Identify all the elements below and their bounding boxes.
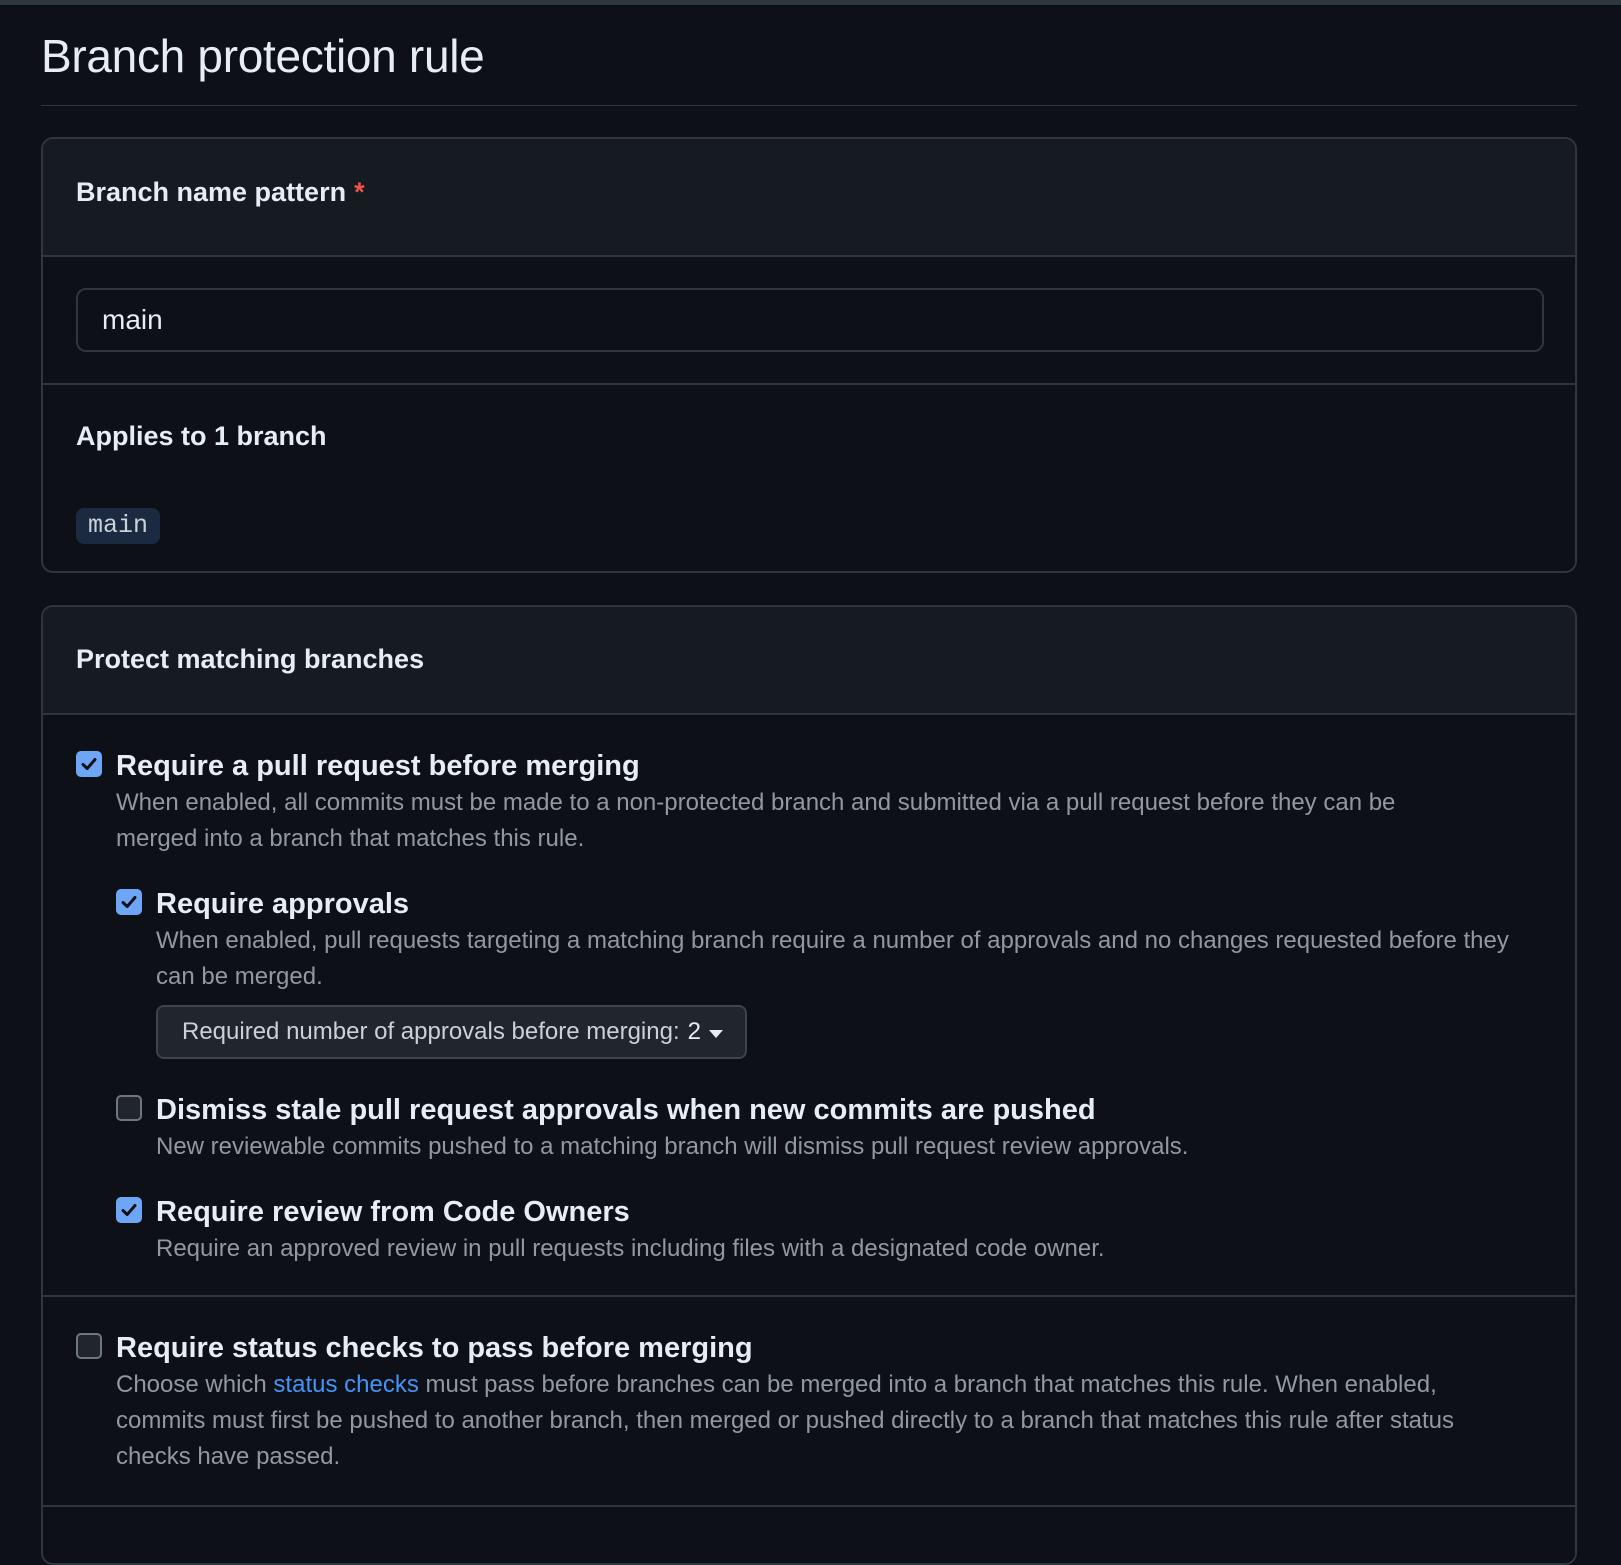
branch-chip: main bbox=[76, 508, 161, 544]
require-approvals-desc: When enabled, pull requests targeting a … bbox=[156, 927, 1509, 990]
dismiss-stale-option: Dismiss stale pull request approvals whe… bbox=[116, 1093, 1542, 1165]
page-container: Branch protection rule Branch name patte… bbox=[41, 0, 1577, 1565]
dismiss-stale-desc: New reviewable commits pushed to a match… bbox=[156, 1133, 1189, 1160]
status-checks-option: Require status checks to pass before mer… bbox=[76, 1331, 1542, 1475]
triangle-down-icon bbox=[708, 1029, 723, 1038]
status-checks-checkbox[interactable] bbox=[76, 1333, 102, 1359]
approvals-dropdown-label: Required number of approvals before merg… bbox=[182, 1018, 680, 1045]
status-checks-desc: Choose which status checks must pass bef… bbox=[116, 1367, 1511, 1475]
require-pr-desc: When enabled, all commits must be made t… bbox=[116, 789, 1396, 852]
branch-pattern-input-wrap bbox=[43, 257, 1575, 385]
check-icon bbox=[121, 896, 137, 908]
require-pr-label: Require a pull request before merging bbox=[116, 750, 640, 782]
applies-title: Applies to 1 branch bbox=[76, 421, 327, 451]
code-owners-desc: Require an approved review in pull reque… bbox=[156, 1235, 1105, 1262]
require-approvals-option: Require approvals When enabled, pull req… bbox=[116, 887, 1542, 1059]
status-checks-label: Require status checks to pass before mer… bbox=[116, 1332, 753, 1364]
status-checks-section: Require status checks to pass before mer… bbox=[43, 1297, 1575, 1507]
status-checks-link[interactable]: status checks bbox=[273, 1371, 418, 1398]
branch-pattern-box: Branch name pattern* Applies to 1 branch… bbox=[41, 137, 1577, 573]
status-checks-desc-start: Choose which bbox=[116, 1371, 274, 1398]
branch-pattern-header: Branch name pattern * bbox=[43, 139, 1575, 257]
required-indicator: * bbox=[354, 177, 365, 207]
page-title: Branch protection rule bbox=[41, 0, 1577, 106]
dismiss-stale-checkbox[interactable] bbox=[116, 1095, 142, 1121]
pr-options-section: Require a pull request before merging Wh… bbox=[43, 715, 1575, 1297]
branch-pattern-label: Branch name pattern bbox=[76, 177, 347, 207]
check-icon bbox=[81, 758, 97, 770]
require-pr-checkbox[interactable] bbox=[76, 751, 102, 777]
require-pr-option: Require a pull request before merging Wh… bbox=[76, 749, 1542, 1267]
code-owners-checkbox[interactable] bbox=[116, 1197, 142, 1223]
branch-pattern-input[interactable] bbox=[76, 288, 1544, 352]
dismiss-stale-label: Dismiss stale pull request approvals whe… bbox=[156, 1094, 1096, 1126]
code-owners-option: Require review from Code Owners Require … bbox=[116, 1195, 1542, 1267]
approvals-dropdown-value: 2 bbox=[687, 1018, 701, 1045]
applies-section: Applies to 1 branch main bbox=[43, 385, 1575, 571]
require-approvals-label: Require approvals bbox=[156, 888, 410, 920]
protect-branches-box: Protect matching branches Require a pull… bbox=[41, 605, 1577, 1565]
check-icon bbox=[121, 1204, 137, 1216]
require-approvals-checkbox[interactable] bbox=[116, 889, 142, 915]
protect-branches-header: Protect matching branches bbox=[43, 607, 1575, 715]
approvals-count-dropdown[interactable]: Required number of approvals before merg… bbox=[156, 1005, 747, 1059]
code-owners-label: Require review from Code Owners bbox=[156, 1196, 630, 1228]
